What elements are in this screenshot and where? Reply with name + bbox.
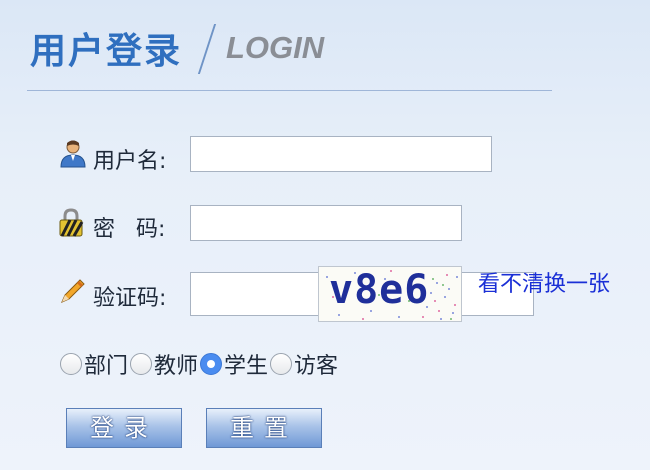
role-option-teacher[interactable]: 教师	[130, 348, 198, 380]
radio-button[interactable]	[60, 353, 82, 375]
page-title-english: LOGIN	[226, 30, 325, 65]
radio-button[interactable]	[130, 353, 153, 375]
role-option-visitor[interactable]: 访客	[270, 348, 338, 380]
password-input[interactable]	[190, 205, 462, 241]
role-label: 学生	[224, 354, 269, 379]
role-option-department[interactable]: 部门	[60, 348, 128, 380]
pencil-icon	[61, 279, 85, 303]
username-label: 用户名:	[93, 149, 167, 174]
captcha-label: 验证码:	[93, 286, 167, 311]
password-label: 密 码:	[93, 217, 166, 242]
user-icon	[60, 140, 86, 168]
captcha-refresh-link[interactable]: 看不清换一张	[478, 266, 610, 298]
role-label: 部门	[84, 354, 129, 379]
page-title: 用户登录	[30, 31, 183, 72]
role-label: 教师	[154, 354, 199, 379]
radio-button-selected[interactable]	[200, 353, 223, 375]
title-separator	[197, 24, 217, 74]
reset-button[interactable]: 重置	[206, 408, 322, 448]
username-input[interactable]	[190, 136, 492, 172]
lock-icon	[59, 208, 84, 237]
role-radio-group: 部门 教师 学生 访客	[60, 348, 340, 380]
header-divider	[27, 90, 552, 91]
role-label: 访客	[294, 354, 339, 379]
captcha-text: v8e6	[329, 267, 430, 313]
role-option-student[interactable]: 学生	[200, 348, 268, 380]
login-button[interactable]: 登录	[66, 408, 182, 448]
radio-button[interactable]	[270, 353, 293, 375]
captcha-image[interactable]: v8e6	[318, 266, 462, 322]
